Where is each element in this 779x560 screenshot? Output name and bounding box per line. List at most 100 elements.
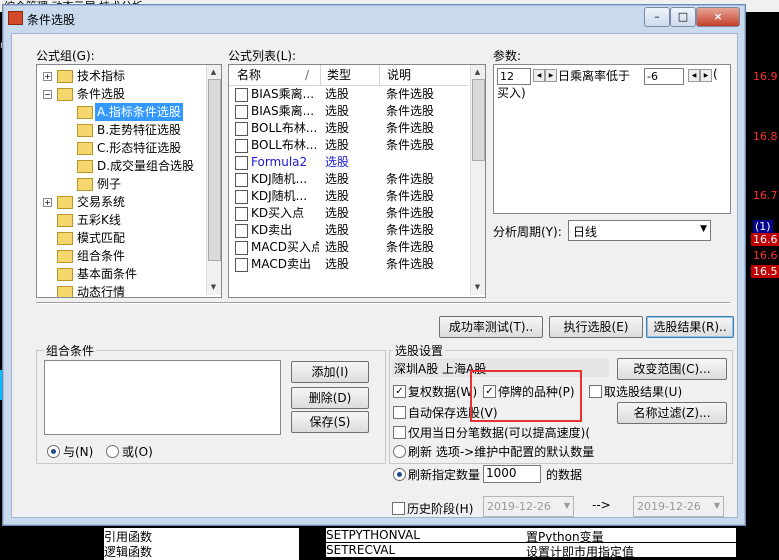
execute-screening-button[interactable]: 执行选股(E) [549, 316, 643, 338]
background-list-item: SETPYTHONVAL 置Python变量 [326, 528, 736, 544]
success-rate-test-button[interactable]: 成功率测试(T).. [439, 316, 543, 338]
column-header-desc[interactable]: 说明 [387, 67, 411, 84]
spin-right-icon[interactable]: ▶ [700, 69, 712, 82]
scroll-up-arrow-icon[interactable]: ▲ [472, 66, 483, 78]
close-button[interactable]: × [696, 7, 740, 27]
tree-item[interactable]: 基本面条件 [37, 265, 205, 283]
name-filter-button[interactable]: 名称过滤(Z)... [617, 402, 727, 424]
tree-scrollbar[interactable]: ▲ ▼ [206, 65, 221, 295]
take-result-checkbox[interactable] [589, 385, 602, 398]
save-condition-button[interactable]: 保存(S) [291, 411, 369, 433]
minimize-button[interactable]: – [644, 7, 670, 27]
formula-list-table[interactable]: 名称 / 类型 说明 BIAS乘离... 选股 条件选股 BIAS乘离... 选股 条件选… [228, 64, 486, 298]
chevron-down-icon: ▼ [563, 501, 570, 510]
tree-item[interactable]: B.走势特征选股 [37, 121, 205, 139]
param-text: 日乘离率低于 [558, 69, 631, 83]
scroll-thumb[interactable] [472, 79, 485, 161]
cell-name: KD卖出 [251, 223, 293, 237]
column-header-type[interactable]: 类型 [327, 67, 351, 84]
tree-item[interactable]: A.指标条件选股 [37, 103, 205, 121]
table-row[interactable]: Formula2 选股 [229, 154, 469, 171]
refresh-count-input[interactable]: 1000 [483, 465, 541, 483]
tree-item[interactable]: 例子 [37, 175, 205, 193]
table-row[interactable]: KD买入点 选股 条件选股 [229, 205, 469, 222]
refresh-default-radio[interactable] [393, 445, 406, 458]
expand-icon[interactable]: + [43, 198, 52, 207]
expand-icon[interactable]: + [43, 72, 52, 81]
table-row[interactable]: KDJ随机... 选股 条件选股 [229, 188, 469, 205]
spin-left-icon[interactable]: ◀ [533, 69, 545, 82]
param2-input[interactable]: -6 [644, 68, 684, 85]
cell-type: 选股 [325, 189, 350, 203]
price-label: 16.8 [753, 130, 778, 143]
tree-item[interactable]: 动态行情 [37, 283, 205, 297]
period-select[interactable]: 日线 ▼ [568, 220, 711, 241]
spin-left-icon[interactable]: ◀ [688, 69, 700, 82]
table-row[interactable]: MACD卖出 选股 条件选股 [229, 256, 469, 273]
background-bottom-area: 引用函数 逻辑函数 SETPYTHONVAL 置Python变量 SETRECVA… [0, 527, 745, 560]
list-scrollbar[interactable]: ▲ ▼ [470, 65, 485, 295]
tree-item[interactable]: 组合条件 [37, 247, 205, 265]
delete-condition-button[interactable]: 删除(D) [291, 387, 369, 409]
intraday-checkbox[interactable] [393, 426, 406, 439]
and-radio[interactable] [47, 445, 60, 458]
background-list-item: 逻辑函数 [104, 543, 299, 560]
formula-file-icon [235, 173, 248, 187]
tree-item-label: 技术指标 [77, 69, 126, 83]
tree-item[interactable]: D.成交量组合选股 [37, 157, 205, 175]
cell-name: KDJ随机... [251, 189, 308, 203]
tree-item[interactable]: + 技术指标 [37, 67, 205, 85]
formula-file-icon [235, 224, 248, 238]
cell-desc: 条件选股 [386, 240, 435, 254]
scroll-up-arrow-icon[interactable]: ▲ [208, 66, 219, 78]
add-condition-button[interactable]: 添加(I) [291, 361, 369, 383]
cell-name: BOLL布林... [251, 138, 318, 152]
table-row[interactable]: KDJ随机... 选股 条件选股 [229, 171, 469, 188]
scroll-down-arrow-icon[interactable]: ▼ [208, 281, 219, 293]
params-label: 参数: [493, 49, 522, 63]
tree-item[interactable]: − 条件选股 [37, 85, 205, 103]
table-row[interactable]: MACD买入点 选股 条件选股 [229, 239, 469, 256]
table-row[interactable]: BOLL布林... 选股 条件选股 [229, 137, 469, 154]
params-panel: 12 ◀ ▶ 日乘离率低于 -6 ◀ ▶ ( 买入) [493, 64, 731, 214]
history-to-value: 2019-12-26 [637, 500, 701, 513]
formula-file-icon [235, 139, 248, 153]
table-row[interactable]: KD卖出 选股 条件选股 [229, 222, 469, 239]
tree-item[interactable]: 五彩K线 [37, 211, 205, 229]
table-row[interactable]: BIAS乘离... 选股 条件选股 [229, 103, 469, 120]
tree-item[interactable]: + 交易系统 [37, 193, 205, 211]
table-row[interactable]: BIAS乘离... 选股 条件选股 [229, 86, 469, 103]
change-range-button[interactable]: 改变范围(C)... [617, 358, 727, 380]
folder-icon [57, 268, 73, 281]
refresh-count-radio[interactable] [393, 468, 406, 481]
cell-desc: 条件选股 [386, 121, 435, 135]
formula-group-tree[interactable]: + 技术指标 − 条件选股 A.指标条件选股 B.走势特征选股 C.形态特征选股 D.成交量组… [36, 64, 222, 298]
scroll-down-arrow-icon[interactable]: ▼ [472, 281, 483, 293]
param1-input[interactable]: 12 [497, 68, 531, 85]
auto-save-checkbox[interactable] [393, 406, 406, 419]
stock-screening-dialog: 条件选股 – □ × 公式组(G): + 技术指标 − 条件选股 A.指标条件选股 B.走… [2, 4, 746, 526]
price-label: 16.5 [751, 265, 779, 278]
tree-item-label: 交易系统 [77, 195, 126, 209]
tree-item-label: 模式匹配 [77, 231, 126, 245]
tree-item[interactable]: C.形态特征选股 [37, 139, 205, 157]
history-checkbox[interactable] [392, 502, 405, 515]
collapse-icon[interactable]: − [43, 90, 52, 99]
or-radio[interactable] [106, 445, 119, 458]
column-header-name[interactable]: 名称 [237, 67, 261, 84]
cell-desc: 条件选股 [386, 206, 435, 220]
rights-checkbox[interactable]: ✓ [393, 385, 406, 398]
cell-desc: 条件选股 [386, 87, 435, 101]
column-divider [379, 65, 380, 85]
combo-conditions-list[interactable] [44, 360, 281, 435]
period-label: 分析周期(Y): [493, 225, 562, 239]
table-row[interactable]: BOLL布林... 选股 条件选股 [229, 120, 469, 137]
tree-item[interactable]: 模式匹配 [37, 229, 205, 247]
dialog-titlebar[interactable]: 条件选股 – □ × [3, 5, 745, 31]
screening-result-button[interactable]: 选股结果(R).. [646, 316, 734, 338]
spin-right-icon[interactable]: ▶ [545, 69, 557, 82]
history-to-date[interactable]: 2019-12-26 ▼ [633, 496, 724, 517]
maximize-button[interactable]: □ [670, 7, 696, 27]
history-from-date[interactable]: 2019-12-26 ▼ [483, 496, 574, 517]
scroll-thumb[interactable] [208, 79, 221, 261]
